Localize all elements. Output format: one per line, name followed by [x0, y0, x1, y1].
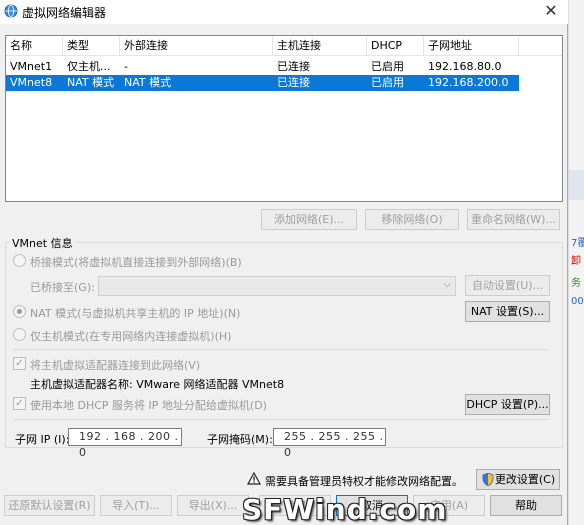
chevron-down-icon: ⌵ [443, 279, 451, 290]
auto-settings-button[interactable]: 自动设置(U)... [465, 275, 550, 296]
column-header-external[interactable]: 外部连接 [120, 36, 273, 56]
import-button[interactable]: 导入(T)... [100, 495, 172, 516]
column-header-host[interactable]: 主机连接 [273, 36, 367, 56]
network-globe-icon [4, 4, 18, 18]
background-text: 务 [571, 278, 581, 289]
cell-name: VMnet8 [10, 76, 53, 89]
cell-type: NAT 模式 [67, 76, 115, 89]
admin-notice: 需要具备管理员特权才能修改网络配置。 [265, 475, 463, 488]
close-icon: ✕ [544, 1, 558, 20]
close-button[interactable]: ✕ [534, 0, 568, 24]
hostonly-label: 仅主机模式(在专用网络内连接虚拟机)(H) [30, 330, 232, 343]
nat-label: NAT 模式(与虚拟机共享主机的 IP 地址)(N) [30, 307, 241, 320]
change-settings-button[interactable]: 更改设置(C) [476, 469, 560, 490]
restore-defaults-button[interactable]: 还原默认设置(R) [4, 495, 95, 516]
background-text: 7覆 [571, 238, 584, 249]
column-header-dhcp[interactable]: DHCP [367, 36, 424, 56]
window-title: 虚拟网络编辑器 [22, 6, 107, 20]
subnet-mask-field[interactable]: 255 . 255 . 255 . 0 [273, 428, 386, 459]
vmnet-info-group [5, 242, 563, 448]
cell-dhcp: 已启用 [371, 76, 404, 89]
dhcp-settings-button[interactable]: DHCP 设置(P)... [465, 394, 550, 415]
bridged-to-label: 已桥接至(G): [30, 281, 95, 294]
table-row[interactable]: VMnet1 仅主机... - 已连接 已启用 192.168.80.0 [6, 59, 519, 75]
background-app-strip: 7覆 卸 务 00 [568, 0, 584, 525]
remove-network-button[interactable]: 移除网络(O) [365, 209, 459, 230]
bridged-radio[interactable] [13, 254, 26, 267]
vmnet-info-label: VMnet 信息 [10, 235, 75, 251]
cell-external: NAT 模式 [124, 76, 172, 89]
cell-subnet: 192.168.200.0 [428, 76, 509, 89]
network-list[interactable]: 名称 类型 外部连接 主机连接 DHCP 子网地址 VMnet1 仅主机... … [5, 35, 563, 202]
table-row-selected[interactable]: VMnet8 NAT 模式 NAT 模式 已连接 已启用 192.168.200… [6, 75, 519, 91]
background-text: 卸 [571, 256, 581, 267]
cell-name: VMnet1 [10, 60, 53, 73]
export-button[interactable]: 导出(X)... [177, 495, 249, 516]
connect-adapter-checkbox[interactable]: ✓ [13, 357, 26, 370]
column-header-name[interactable]: 名称 [6, 36, 63, 56]
column-header-subnet[interactable]: 子网地址 [424, 36, 519, 56]
divider [13, 419, 549, 420]
bridged-label: 桥接模式(将虚拟机直接连接到外部网络)(B) [30, 256, 242, 269]
hostonly-radio[interactable] [13, 328, 26, 341]
title-bar: 虚拟网络编辑器 ✕ [0, 0, 568, 24]
background-text: 00 [571, 296, 584, 307]
use-dhcp-label: 使用本地 DHCP 服务将 IP 地址分配给虚拟机(D) [30, 399, 267, 412]
cell-external: - [124, 60, 128, 73]
cell-type: 仅主机... [67, 60, 111, 73]
watermark: SFWind.com [242, 493, 448, 525]
bridged-to-select[interactable]: ⌵ [98, 276, 456, 296]
background-panel [569, 170, 584, 200]
subnet-ip-field[interactable]: 192 . 168 . 200 . 0 [68, 428, 182, 459]
subnet-ip-label: 子网 IP (I): [15, 433, 70, 446]
cell-dhcp: 已启用 [371, 60, 404, 73]
nat-settings-button[interactable]: NAT 设置(S)... [465, 301, 550, 322]
warning-icon [247, 472, 261, 485]
cell-subnet: 192.168.80.0 [428, 60, 502, 73]
change-settings-label: 更改设置(C) [494, 473, 556, 486]
add-network-button[interactable]: 添加网络(E)... [261, 209, 357, 230]
adapter-name-text: 主机虚拟适配器名称: VMware 网络适配器 VMnet8 [30, 378, 285, 391]
help-button[interactable]: 帮助 [490, 495, 562, 516]
shield-icon [482, 473, 494, 486]
divider [13, 349, 549, 350]
list-header: 名称 类型 外部连接 主机连接 DHCP 子网地址 [6, 36, 562, 56]
cell-host: 已连接 [277, 60, 310, 73]
virtual-network-editor-dialog: 虚拟网络编辑器 ✕ 名称 类型 外部连接 主机连接 DHCP 子网地址 VMne… [0, 0, 568, 525]
column-header-type[interactable]: 类型 [63, 36, 120, 56]
subnet-mask-label: 子网掩码(M): [207, 433, 273, 446]
rename-network-button[interactable]: 重命名网络(W)... [467, 209, 560, 230]
nat-radio[interactable] [13, 305, 26, 318]
connect-adapter-label: 将主机虚拟适配器连接到此网络(V) [30, 359, 201, 372]
use-dhcp-checkbox[interactable]: ✓ [13, 397, 26, 410]
cell-host: 已连接 [277, 76, 310, 89]
